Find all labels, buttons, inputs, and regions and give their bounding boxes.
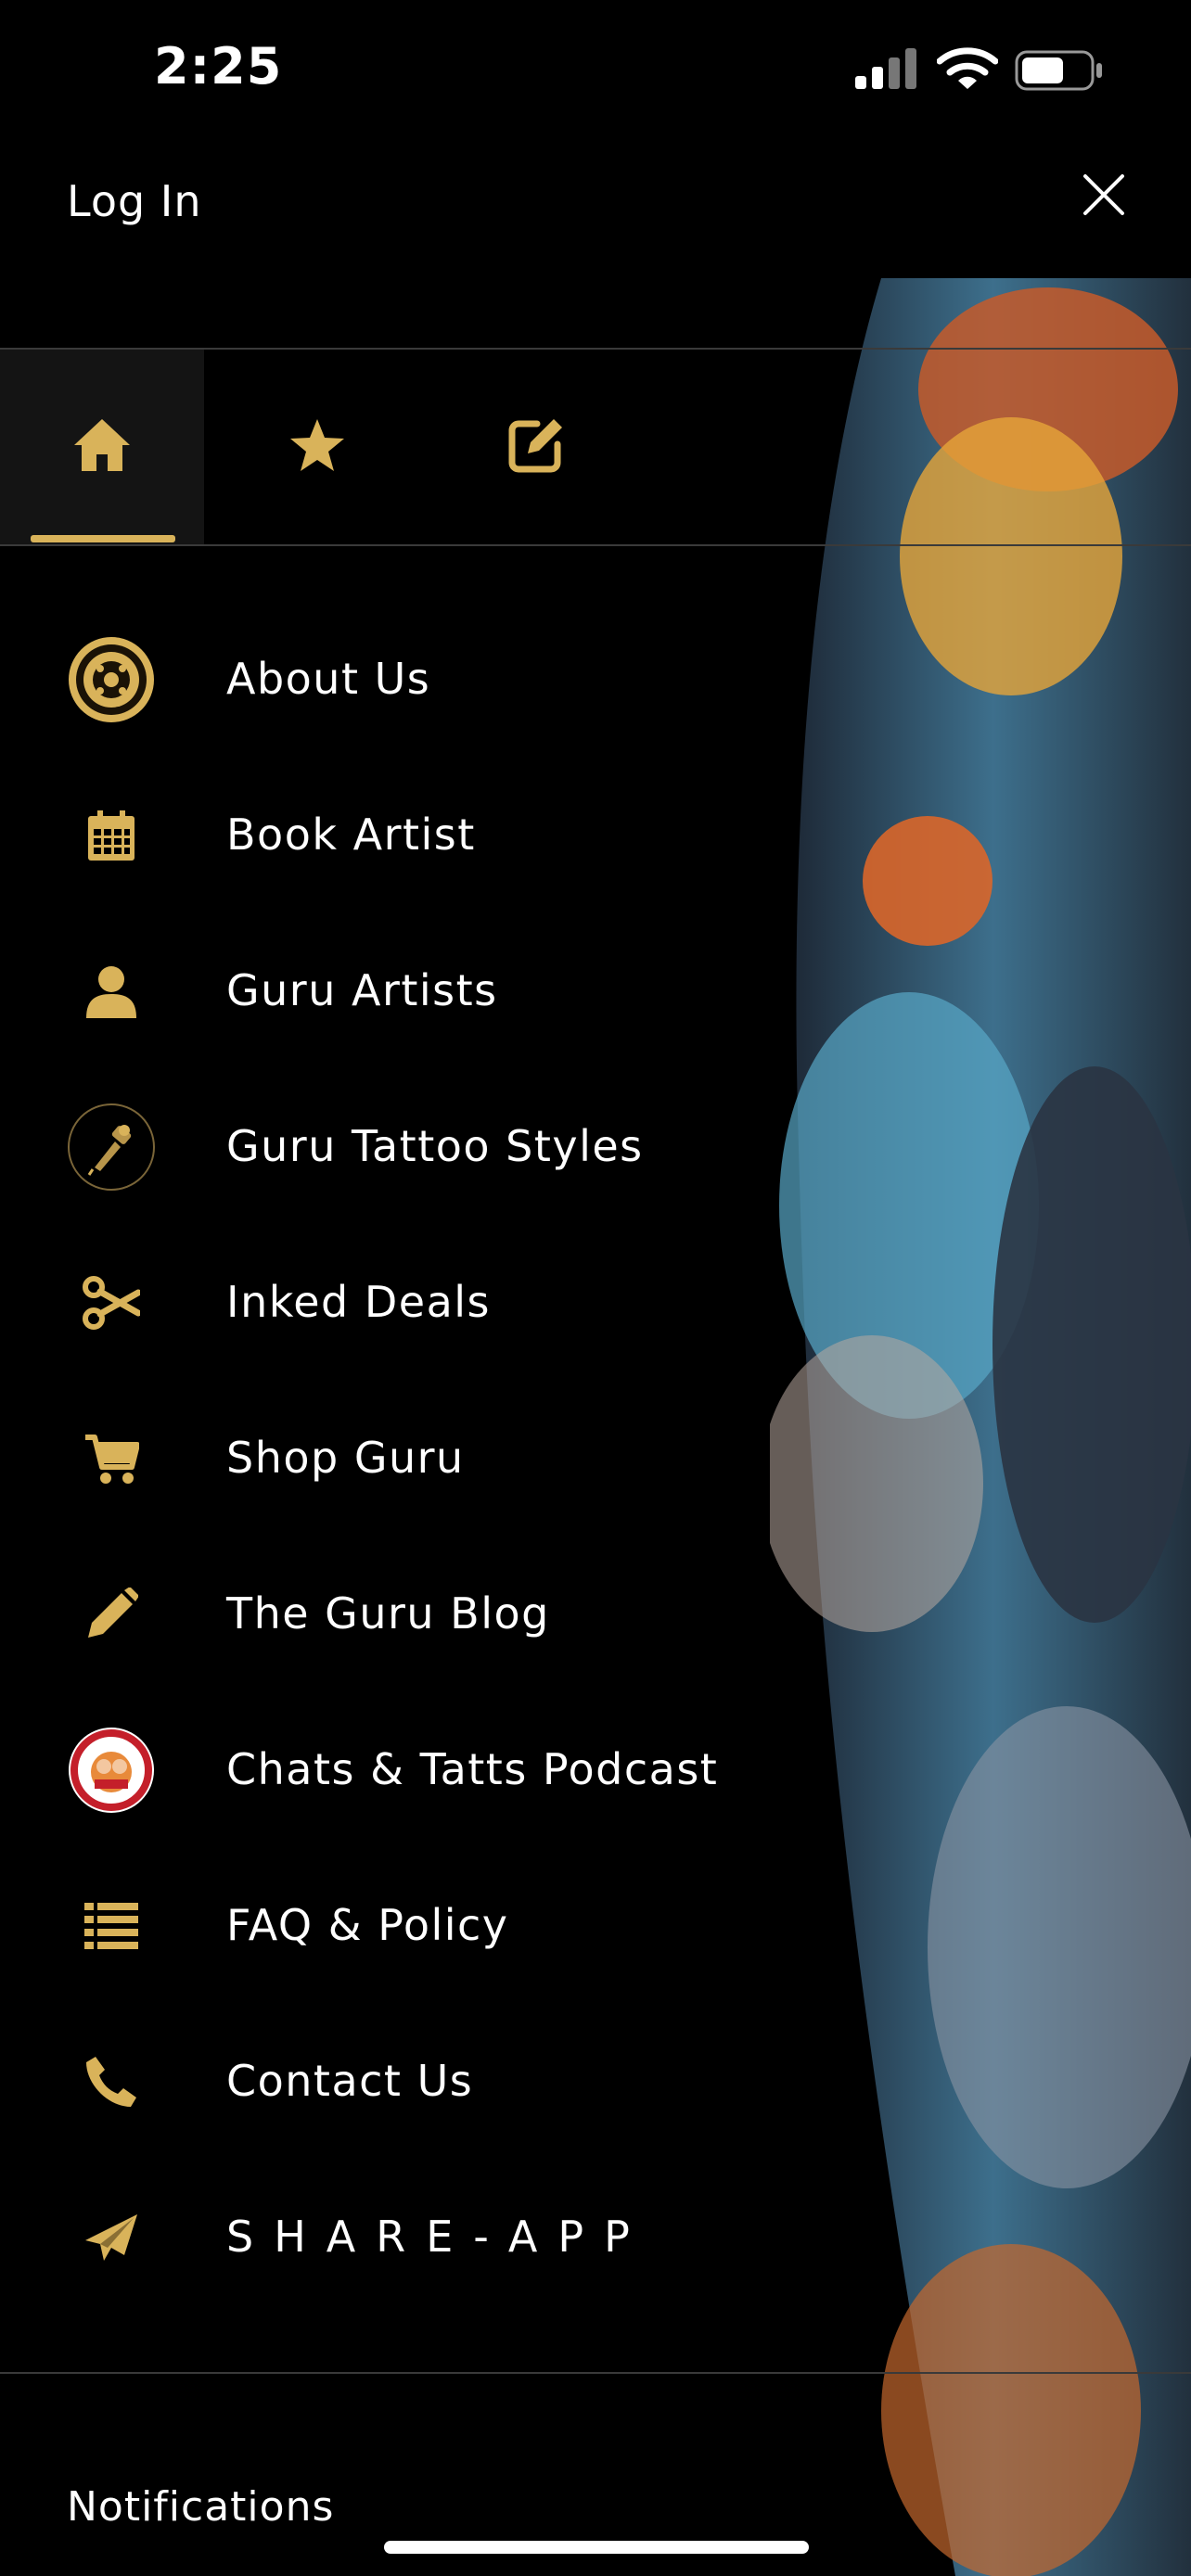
menu-item-shop-guru[interactable]: Shop Guru [0,1397,779,1518]
menu-item-guru-artists[interactable]: Guru Artists [0,930,779,1051]
cart-icon [65,1412,158,1505]
status-bar: 2:25 [0,0,1191,139]
menu-item-label: Shop Guru [226,1433,465,1483]
podcast-logo-icon [65,1724,158,1817]
notifications-label[interactable]: Notifications [67,2483,334,2531]
menu-item-share-app[interactable]: SHARE-APP [0,2176,779,2297]
menu-item-inked-deals[interactable]: Inked Deals [0,1242,779,1362]
scissors-icon [65,1256,158,1349]
menu-item-label: FAQ & Policy [226,1900,509,1950]
menu-item-about-us[interactable]: About Us [0,618,779,739]
phone-icon [65,2035,158,2128]
star-icon [288,417,346,477]
home-icon [71,415,133,478]
menu-item-book-artist[interactable]: Book Artist [0,774,779,895]
menu-item-label: Inked Deals [226,1277,491,1327]
background-tattoo-image [770,278,1191,2576]
menu-item-the-guru-blog[interactable]: The Guru Blog [0,1553,779,1674]
paper-plane-icon [65,2191,158,2284]
menu-item-label: Book Artist [226,810,476,860]
cellular-signal-icon [855,48,920,93]
close-icon[interactable] [1076,167,1132,223]
menu-item-label: About Us [226,654,431,704]
tab-divider [0,544,1191,546]
menu-item-label: The Guru Blog [226,1588,550,1639]
menu-item-label: Guru Tattoo Styles [226,1121,644,1171]
wifi-icon [936,46,999,95]
active-tab-indicator [31,535,175,542]
pencil-icon [65,1568,158,1661]
login-button[interactable]: Log In [67,176,202,226]
tab-favorites[interactable] [215,350,419,544]
tattoo-machine-icon [65,1101,158,1193]
menu-item-label: Chats & Tatts Podcast [226,1744,719,1794]
menu-item-guru-tattoo-styles[interactable]: Guru Tattoo Styles [0,1086,779,1206]
tab-bar [0,350,1191,544]
shop-logo-icon [65,633,158,726]
menu-item-faq-policy[interactable]: FAQ & Policy [0,1865,779,1985]
tab-edit[interactable] [434,350,638,544]
menu-item-label: SHARE-APP [226,2212,650,2262]
tab-home[interactable] [0,350,204,544]
menu-item-label: Contact Us [226,2056,474,2106]
battery-icon [1015,50,1104,95]
edit-icon [506,414,567,479]
calendar-icon [65,789,158,882]
menu-item-chats-tatts-podcast[interactable]: Chats & Tatts Podcast [0,1709,779,1830]
status-time: 2:25 [154,37,283,96]
menu-divider [0,2372,1191,2374]
menu-item-label: Guru Artists [226,965,498,1015]
list-icon [65,1880,158,1972]
menu-item-contact-us[interactable]: Contact Us [0,2021,779,2141]
person-icon [65,945,158,1038]
home-indicator[interactable] [384,2541,809,2554]
